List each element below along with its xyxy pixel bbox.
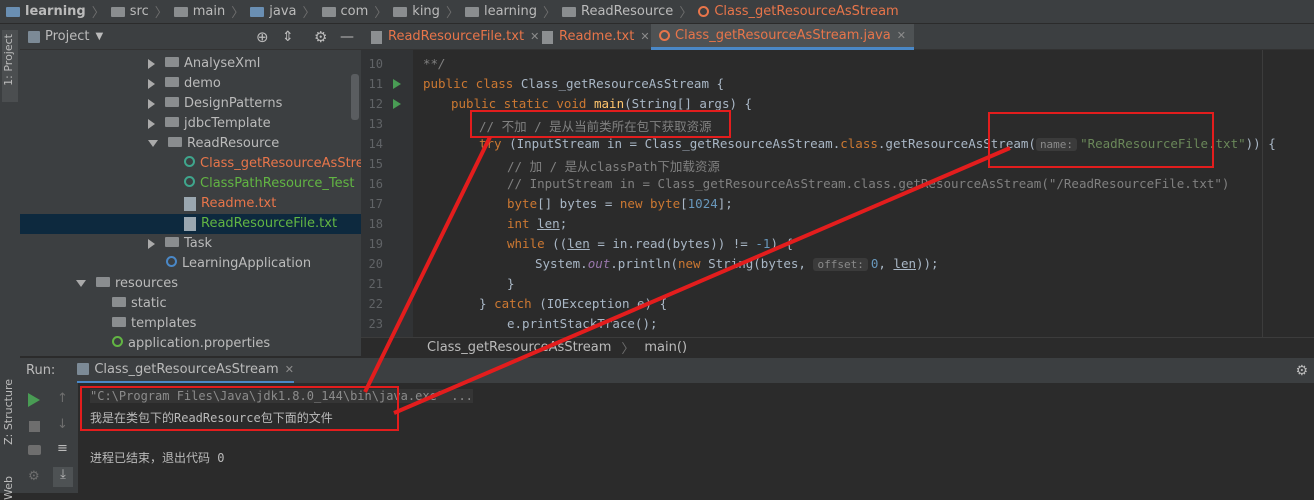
annotation-arrows: [363, 136, 1011, 415]
annotation-arrow-filename-to-output: [393, 146, 1011, 415]
annotation-arrow-comment-to-output: [363, 136, 492, 393]
